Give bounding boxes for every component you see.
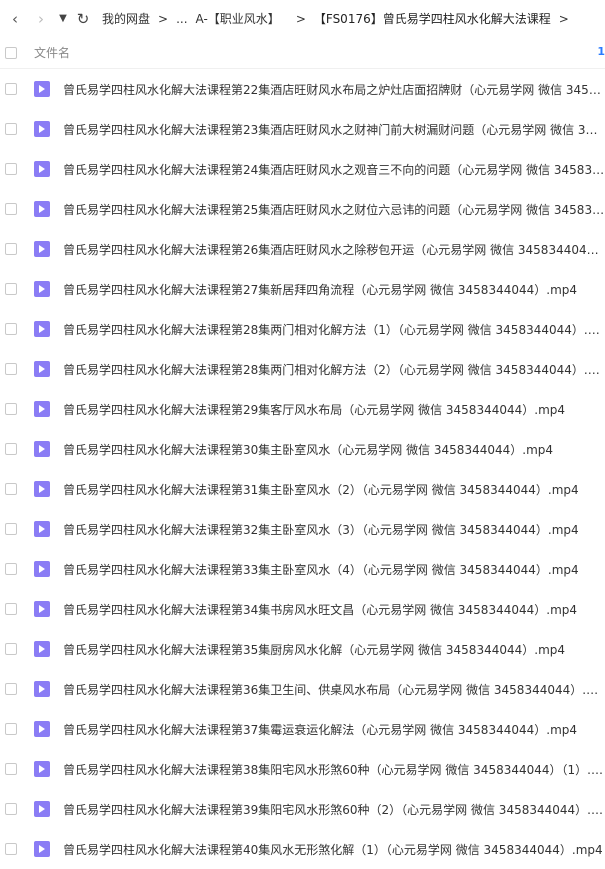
file-checkbox[interactable]	[5, 323, 17, 335]
breadcrumb-item-ellipsis[interactable]: ...	[176, 12, 187, 26]
file-name[interactable]: 曾氏易学四柱风水化解大法课程第31集主卧室风水（2）（心元易学网 微信 3458…	[63, 481, 605, 498]
file-row[interactable]: 曾氏易学四柱风水化解大法课程第35集厨房风水化解（心元易学网 微信 345834…	[0, 629, 605, 669]
file-checkbox[interactable]	[5, 83, 17, 95]
file-name[interactable]: 曾氏易学四柱风水化解大法课程第24集酒店旺财风水之观音三不向的问题（心元易学网 …	[63, 161, 605, 178]
video-file-icon	[34, 761, 50, 777]
video-file-icon	[34, 121, 50, 137]
file-row[interactable]: 曾氏易学四柱风水化解大法课程第39集阳宅风水形煞60种（2）（心元易学网 微信 …	[0, 789, 605, 829]
file-checkbox[interactable]	[5, 283, 17, 295]
file-checkbox[interactable]	[5, 603, 17, 615]
file-checkbox[interactable]	[5, 723, 17, 735]
video-file-icon	[34, 401, 50, 417]
history-dropdown-icon[interactable]: ▼	[54, 0, 72, 37]
file-row[interactable]: 曾氏易学四柱风水化解大法课程第23集酒店旺财风水之财神门前大树漏财问题（心元易学…	[0, 109, 605, 149]
file-row[interactable]: 曾氏易学四柱风水化解大法课程第28集两门相对化解方法（2）（心元易学网 微信 3…	[0, 349, 605, 389]
file-row[interactable]: 曾氏易学四柱风水化解大法课程第40集风水无形煞化解（1）（心元易学网 微信 34…	[0, 829, 605, 869]
file-name[interactable]: 曾氏易学四柱风水化解大法课程第28集两门相对化解方法（2）（心元易学网 微信 3…	[63, 361, 605, 378]
breadcrumb-item-current[interactable]: 【FS0176】曾氏易学四柱风水化解大法课程	[314, 10, 551, 27]
video-file-icon	[34, 321, 50, 337]
file-name[interactable]: 曾氏易学四柱风水化解大法课程第37集霉运衰运化解法（心元易学网 微信 34583…	[63, 721, 605, 738]
file-name[interactable]: 曾氏易学四柱风水化解大法课程第36集卫生间、供桌风水布局（心元易学网 微信 34…	[63, 681, 605, 698]
file-name[interactable]: 曾氏易学四柱风水化解大法课程第26集酒店旺财风水之除秽包开运（心元易学网 微信 …	[63, 241, 605, 258]
file-name[interactable]: 曾氏易学四柱风水化解大法课程第33集主卧室风水（4）（心元易学网 微信 3458…	[63, 561, 605, 578]
file-name[interactable]: 曾氏易学四柱风水化解大法课程第32集主卧室风水（3）（心元易学网 微信 3458…	[63, 521, 605, 538]
breadcrumb-item-folder[interactable]: A-【职业风水】	[196, 10, 280, 27]
video-file-icon	[34, 161, 50, 177]
file-checkbox[interactable]	[5, 483, 17, 495]
file-row[interactable]: 曾氏易学四柱风水化解大法课程第24集酒店旺财风水之观音三不向的问题（心元易学网 …	[0, 149, 605, 189]
file-checkbox[interactable]	[5, 683, 17, 695]
file-row[interactable]: 曾氏易学四柱风水化解大法课程第27集新居拜四角流程（心元易学网 微信 34583…	[0, 269, 605, 309]
file-row[interactable]: 曾氏易学四柱风水化解大法课程第33集主卧室风水（4）（心元易学网 微信 3458…	[0, 549, 605, 589]
file-row[interactable]: 曾氏易学四柱风水化解大法课程第34集书房风水旺文昌（心元易学网 微信 34583…	[0, 589, 605, 629]
video-file-icon	[34, 721, 50, 737]
file-name[interactable]: 曾氏易学四柱风水化解大法课程第29集客厅风水布局（心元易学网 微信 345834…	[63, 401, 605, 418]
file-checkbox[interactable]	[5, 563, 17, 575]
file-checkbox[interactable]	[5, 403, 17, 415]
file-name[interactable]: 曾氏易学四柱风水化解大法课程第34集书房风水旺文昌（心元易学网 微信 34583…	[63, 601, 605, 618]
file-checkbox[interactable]	[5, 523, 17, 535]
select-all-checkbox[interactable]	[5, 46, 17, 59]
breadcrumb-separator: >	[558, 11, 569, 26]
file-row[interactable]: 曾氏易学四柱风水化解大法课程第37集霉运衰运化解法（心元易学网 微信 34583…	[0, 709, 605, 749]
breadcrumb-item-root[interactable]: 我的网盘	[102, 10, 150, 27]
file-name[interactable]: 曾氏易学四柱风水化解大法课程第23集酒店旺财风水之财神门前大树漏财问题（心元易学…	[63, 121, 605, 138]
file-name[interactable]: 曾氏易学四柱风水化解大法课程第25集酒店旺财风水之财位六忌讳的问题（心元易学网 …	[63, 201, 605, 218]
file-checkbox[interactable]	[5, 843, 17, 855]
file-name[interactable]: 曾氏易学四柱风水化解大法课程第30集主卧室风水（心元易学网 微信 3458344…	[63, 441, 605, 458]
file-name[interactable]: 曾氏易学四柱风水化解大法课程第38集阳宅风水形煞60种（心元易学网 微信 345…	[63, 761, 605, 778]
file-row[interactable]: 曾氏易学四柱风水化解大法课程第36集卫生间、供桌风水布局（心元易学网 微信 34…	[0, 669, 605, 709]
video-file-icon	[34, 561, 50, 577]
video-file-icon	[34, 201, 50, 217]
video-file-icon	[34, 481, 50, 497]
file-name[interactable]: 曾氏易学四柱风水化解大法课程第22集酒店旺财风水布局之炉灶店面招牌财（心元易学网…	[63, 81, 605, 98]
file-checkbox[interactable]	[5, 443, 17, 455]
video-file-icon	[34, 441, 50, 457]
video-file-icon	[34, 641, 50, 657]
file-row[interactable]: 曾氏易学四柱风水化解大法课程第26集酒店旺财风水之除秽包开运（心元易学网 微信 …	[0, 229, 605, 269]
refresh-icon[interactable]: ↻	[72, 0, 94, 37]
video-file-icon	[34, 681, 50, 697]
video-file-icon	[34, 521, 50, 537]
forward-icon[interactable]: ›	[28, 0, 54, 37]
file-row[interactable]: 曾氏易学四柱风水化解大法课程第22集酒店旺财风水布局之炉灶店面招牌财（心元易学网…	[0, 69, 605, 109]
file-checkbox[interactable]	[5, 363, 17, 375]
file-name[interactable]: 曾氏易学四柱风水化解大法课程第27集新居拜四角流程（心元易学网 微信 34583…	[63, 281, 605, 298]
file-checkbox[interactable]	[5, 203, 17, 215]
video-file-icon	[34, 361, 50, 377]
file-list-header: 文件名 1	[0, 37, 605, 69]
sort-indicator[interactable]: 1	[597, 45, 605, 58]
file-name[interactable]: 曾氏易学四柱风水化解大法课程第35集厨房风水化解（心元易学网 微信 345834…	[63, 641, 605, 658]
video-file-icon	[34, 601, 50, 617]
video-file-icon	[34, 841, 50, 857]
column-header-filename[interactable]: 文件名	[34, 44, 70, 61]
file-checkbox[interactable]	[5, 763, 17, 775]
file-checkbox[interactable]	[5, 163, 17, 175]
file-row[interactable]: 曾氏易学四柱风水化解大法课程第32集主卧室风水（3）（心元易学网 微信 3458…	[0, 509, 605, 549]
video-file-icon	[34, 281, 50, 297]
file-name[interactable]: 曾氏易学四柱风水化解大法课程第40集风水无形煞化解（1）（心元易学网 微信 34…	[63, 841, 605, 858]
file-row[interactable]: 曾氏易学四柱风水化解大法课程第29集客厅风水布局（心元易学网 微信 345834…	[0, 389, 605, 429]
video-file-icon	[34, 801, 50, 817]
file-row[interactable]: 曾氏易学四柱风水化解大法课程第31集主卧室风水（2）（心元易学网 微信 3458…	[0, 469, 605, 509]
file-checkbox[interactable]	[5, 803, 17, 815]
navigation-bar: ‹ › ▼ ↻ 我的网盘 > ... A-【职业风水】 > 【FS0176】曾氏…	[0, 0, 605, 37]
file-checkbox[interactable]	[5, 123, 17, 135]
file-checkbox[interactable]	[5, 643, 17, 655]
file-name[interactable]: 曾氏易学四柱风水化解大法课程第39集阳宅风水形煞60种（2）（心元易学网 微信 …	[63, 801, 605, 818]
file-row[interactable]: 曾氏易学四柱风水化解大法课程第38集阳宅风水形煞60种（心元易学网 微信 345…	[0, 749, 605, 789]
breadcrumb-separator: >	[158, 11, 169, 26]
breadcrumb-separator: >	[295, 11, 306, 26]
file-name[interactable]: 曾氏易学四柱风水化解大法课程第28集两门相对化解方法（1）（心元易学网 微信 3…	[63, 321, 605, 338]
back-icon[interactable]: ‹	[2, 0, 28, 37]
file-checkbox[interactable]	[5, 243, 17, 255]
breadcrumb: 我的网盘 > ... A-【职业风水】 > 【FS0176】曾氏易学四柱风水化解…	[102, 10, 577, 27]
video-file-icon	[34, 241, 50, 257]
file-row[interactable]: 曾氏易学四柱风水化解大法课程第28集两门相对化解方法（1）（心元易学网 微信 3…	[0, 309, 605, 349]
video-file-icon	[34, 81, 50, 97]
file-row[interactable]: 曾氏易学四柱风水化解大法课程第25集酒店旺财风水之财位六忌讳的问题（心元易学网 …	[0, 189, 605, 229]
file-row[interactable]: 曾氏易学四柱风水化解大法课程第30集主卧室风水（心元易学网 微信 3458344…	[0, 429, 605, 469]
